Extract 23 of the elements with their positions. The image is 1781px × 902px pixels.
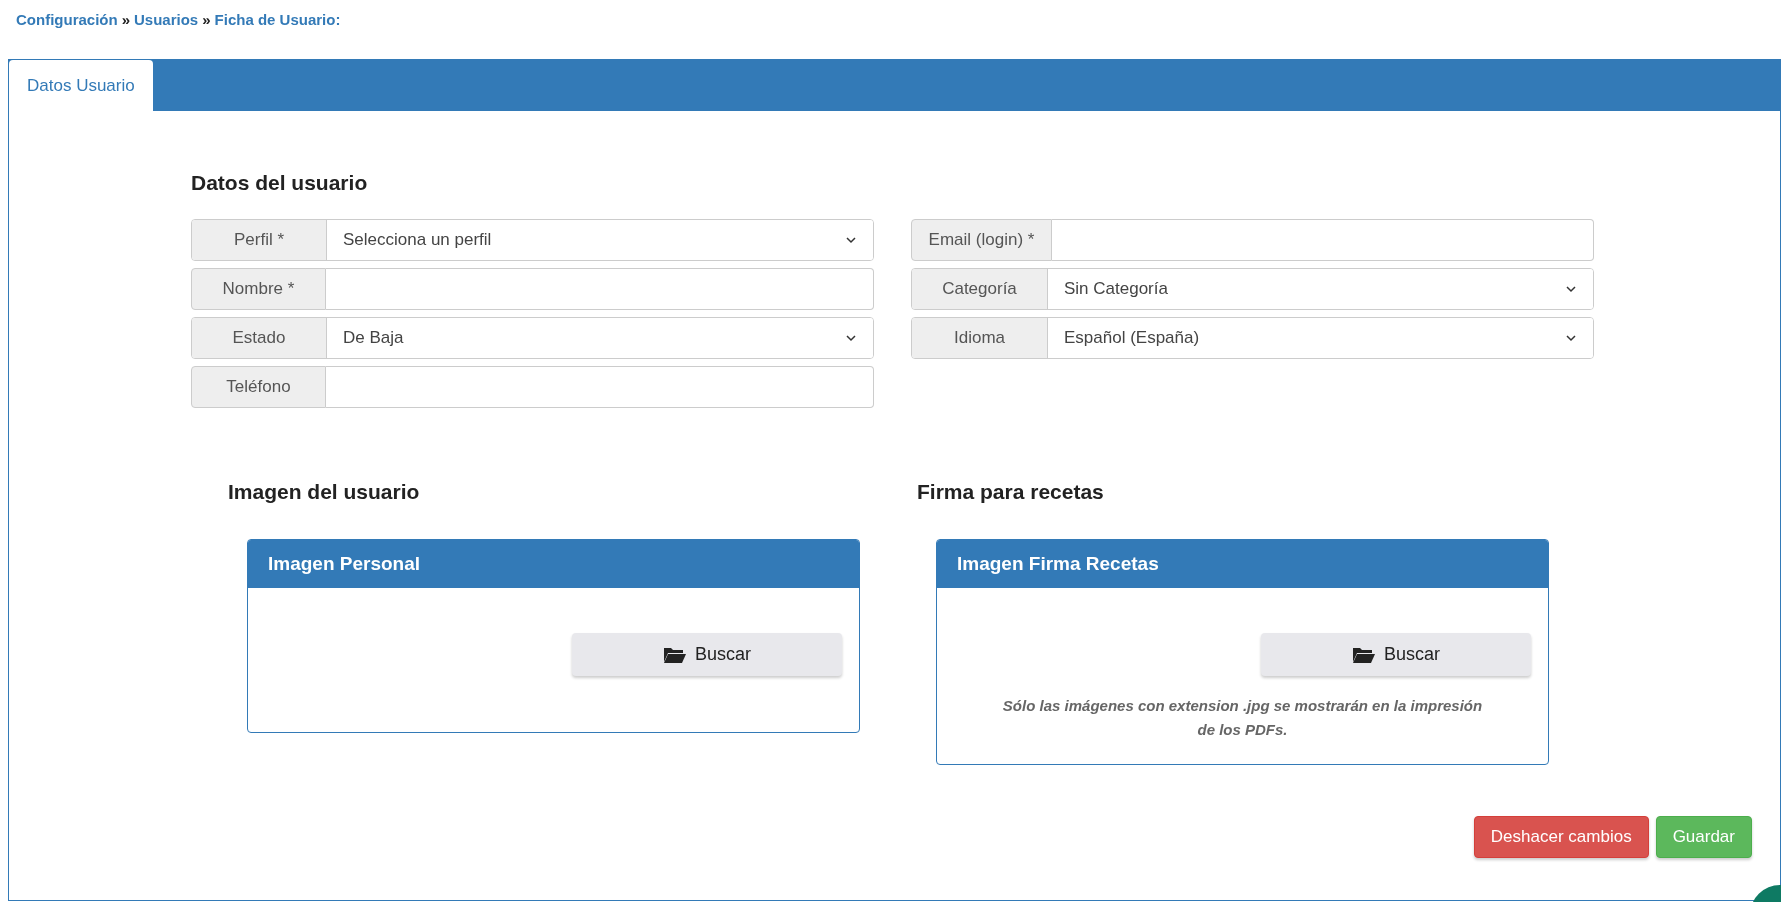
field-label: Nombre *: [191, 267, 326, 310]
tab[interactable]: Datos Usuario: [9, 60, 153, 111]
field-label: Email (login) *: [911, 218, 1052, 261]
section-heading: Firma para recetas: [917, 478, 1105, 505]
breadcrumb-link[interactable]: Ficha de Usuario:: [214, 8, 341, 32]
search-button[interactable]: Buscar: [1261, 633, 1531, 676]
section-heading: Datos del usuario: [191, 170, 369, 196]
input-field[interactable]: [326, 365, 874, 408]
breadcrumb-link[interactable]: Configuración: [16, 8, 118, 32]
folder-icon: [663, 645, 687, 664]
panel-title: Imagen Personal: [268, 551, 421, 576]
note-text: Sólo las imágenes con extension .jpg se mostrarán en la impresión de los PDFs.: [1001, 696, 1484, 740]
input-field[interactable]: [1052, 218, 1594, 261]
panel-title: Imagen Firma Recetas: [957, 551, 1159, 576]
input-field[interactable]: [326, 267, 874, 310]
folder-icon: [1352, 645, 1376, 664]
search-button[interactable]: Buscar: [572, 633, 842, 676]
action-button[interactable]: Deshacer cambios: [1473, 816, 1649, 858]
breadcrumb-link[interactable]: Usuarios: [134, 8, 199, 32]
breadcrumb-separator: »: [121, 9, 130, 30]
field-label: Teléfono: [191, 365, 326, 408]
section-heading: Imagen del usuario: [228, 478, 421, 505]
breadcrumb-separator: »: [202, 9, 211, 30]
